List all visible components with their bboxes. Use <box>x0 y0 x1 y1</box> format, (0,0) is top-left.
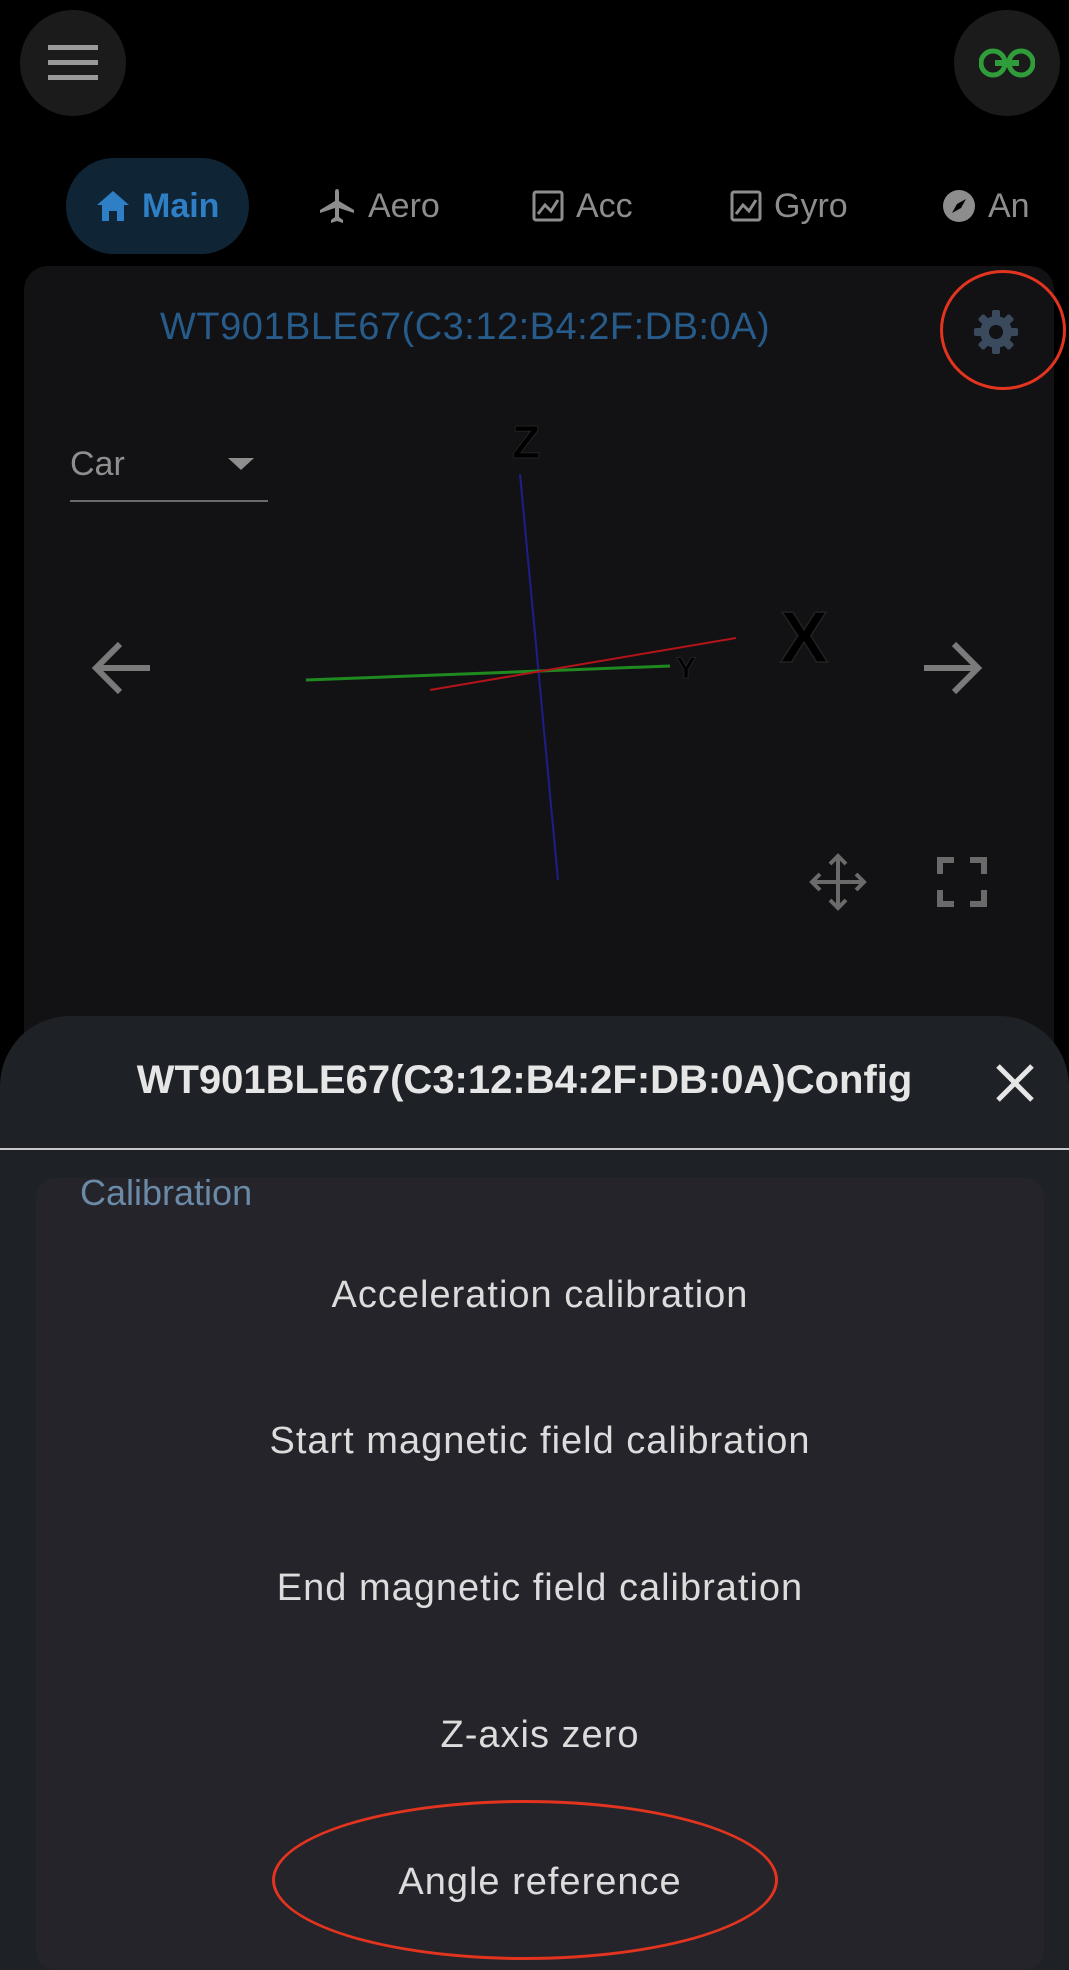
tab-acc[interactable]: Acc <box>532 158 633 254</box>
model-select[interactable]: Car <box>70 428 268 502</box>
tab-label: An <box>988 186 1030 225</box>
annotation-circle-angle-reference <box>272 1800 778 1960</box>
arrow-left-icon <box>91 641 150 695</box>
tab-label: Acc <box>576 186 633 225</box>
hamburger-menu-icon <box>48 45 98 80</box>
app-root: Main Aero Acc Gyro An WT901BLE67(C3:12:B… <box>0 0 1069 1970</box>
tab-label: Gyro <box>774 186 848 225</box>
move-button[interactable] <box>808 852 868 917</box>
device-title: WT901BLE67(C3:12:B4:2F:DB:0A) <box>160 306 771 348</box>
caret-down-icon <box>228 458 254 470</box>
tab-gyro[interactable]: Gyro <box>730 158 848 254</box>
tab-label: Aero <box>368 186 440 225</box>
tab-aero[interactable]: Aero <box>318 158 440 254</box>
z-axis-line <box>519 473 559 881</box>
y-axis-label: Y <box>676 652 696 685</box>
next-button[interactable] <box>920 640 984 701</box>
acceleration-calibration-button[interactable]: Acceleration calibration <box>36 1240 1044 1350</box>
annotation-circle-settings <box>940 270 1066 390</box>
3d-axes-view[interactable]: Z Y X <box>280 400 840 900</box>
arrow-right-icon <box>924 641 983 695</box>
menu-button[interactable] <box>20 10 126 116</box>
fullscreen-button[interactable] <box>936 856 988 913</box>
close-icon <box>996 1064 1034 1102</box>
section-label-calibration: Calibration <box>80 1172 253 1213</box>
config-sheet-title: WT901BLE67(C3:12:B4:2F:DB:0A)Config <box>136 1058 913 1102</box>
tab-angle[interactable]: An <box>942 158 1030 254</box>
move-icon <box>809 853 867 911</box>
tab-label: Main <box>142 186 220 225</box>
close-button[interactable] <box>990 1058 1040 1113</box>
end-magnetic-calibration-button[interactable]: End magnetic field calibration <box>36 1533 1044 1643</box>
chart-icon <box>730 190 762 222</box>
previous-button[interactable] <box>90 640 154 701</box>
z-axis-label: Z <box>512 416 540 468</box>
model-select-value: Car <box>70 444 125 483</box>
y-axis-line <box>305 664 671 682</box>
x-axis-label: X <box>780 598 828 678</box>
sheet-divider <box>0 1148 1069 1150</box>
fullscreen-icon <box>937 857 987 907</box>
link-icon <box>979 48 1035 78</box>
chart-icon <box>532 190 564 222</box>
z-axis-zero-button[interactable]: Z-axis zero <box>36 1680 1044 1790</box>
compass-icon <box>943 190 975 222</box>
tab-bar: Main Aero Acc Gyro An <box>0 158 1040 254</box>
home-icon <box>97 191 129 221</box>
connection-button[interactable] <box>954 10 1060 116</box>
airplane-icon <box>320 189 354 223</box>
start-magnetic-calibration-button[interactable]: Start magnetic field calibration <box>36 1386 1044 1496</box>
tab-main[interactable]: Main <box>66 158 250 254</box>
